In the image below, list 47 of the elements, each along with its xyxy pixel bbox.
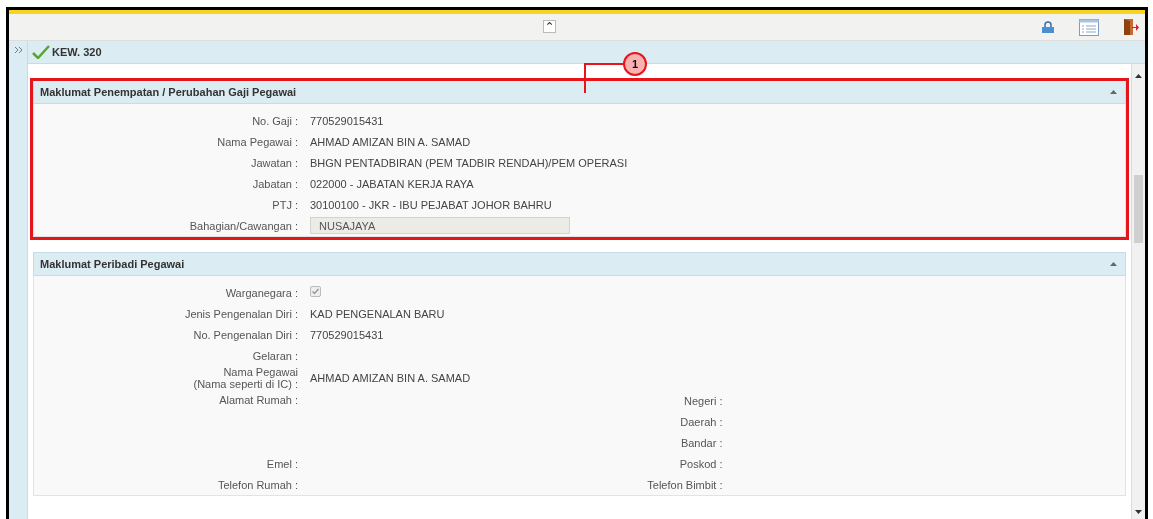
- field-label: Jawatan :: [249, 156, 298, 169]
- collapse-icon[interactable]: [1110, 90, 1117, 94]
- scrollbar[interactable]: [1131, 64, 1145, 519]
- list-window-icon[interactable]: [1079, 18, 1099, 36]
- field-label: Bandar :: [679, 436, 723, 449]
- scroll-down-icon[interactable]: [1135, 510, 1142, 514]
- field-value: 770529015431: [310, 328, 385, 341]
- field-label: No. Pengenalan Diri :: [192, 328, 298, 341]
- field-label: Nama Pegawai :: [216, 135, 298, 148]
- checkbox[interactable]: [310, 286, 321, 297]
- field-label: Daerah :: [679, 415, 723, 428]
- section-title: Maklumat Penempatan / Perubahan Gaji Pegawai: [40, 86, 297, 98]
- field-label: Telefon Bimbit :: [646, 478, 723, 491]
- field-label: Warganegara :: [224, 286, 298, 299]
- field-label: Nama Pegawai (Nama seperti di IC) :: [192, 366, 298, 390]
- collapse-icon[interactable]: [1110, 262, 1117, 266]
- expand-panel-icon[interactable]: [13, 46, 23, 54]
- field-label: Poskod :: [678, 457, 723, 470]
- callout-leader-line: [584, 63, 624, 93]
- field-value: AHMAD AMIZAN BIN A. SAMAD: [310, 135, 472, 148]
- field-label: Emel :: [265, 457, 298, 470]
- field-label: Telefon Rumah :: [216, 478, 298, 491]
- field-label: Negeri :: [682, 394, 723, 407]
- field-label: No. Gaji :: [251, 114, 298, 127]
- collapse-toolbar-button[interactable]: ⌃: [543, 20, 556, 33]
- padlock-icon[interactable]: [1041, 21, 1055, 33]
- field-label: Jabatan :: [251, 177, 298, 190]
- section-header[interactable]: Maklumat Peribadi Pegawai: [33, 252, 1126, 276]
- field-label: Gelaran :: [251, 349, 298, 362]
- exit-door-icon[interactable]: [1123, 18, 1139, 36]
- field-label: Bahagian/Cawangan :: [188, 219, 298, 232]
- scrollbar-thumb[interactable]: [1134, 175, 1143, 243]
- field-value: 022000 - JABATAN KERJA RAYA: [310, 177, 475, 190]
- section-header[interactable]: Maklumat Penempatan / Perubahan Gaji Pegawai: [33, 80, 1126, 104]
- checkmark-icon: [32, 45, 50, 59]
- field-label: Alamat Rumah :: [218, 394, 298, 406]
- field-value: 770529015431: [310, 114, 385, 127]
- scroll-up-icon[interactable]: [1135, 74, 1142, 78]
- field-value: BHGN PENTADBIRAN (PEM TADBIR RENDAH)/PEM OPERASI: [310, 156, 629, 169]
- text-field[interactable]: NUSAJAYA: [310, 217, 570, 234]
- tab-title: KEW. 320: [52, 46, 102, 58]
- field-value: KAD PENGENALAN BARU: [310, 307, 446, 320]
- field-label: PTJ :: [271, 198, 298, 211]
- field-label: Jenis Pengenalan Diri :: [183, 307, 298, 320]
- section-title: Maklumat Peribadi Pegawai: [40, 258, 185, 270]
- field-value: 30100100 - JKR - IBU PEJABAT JOHOR BAHRU: [310, 198, 553, 211]
- field-value: AHMAD AMIZAN BIN A. SAMAD: [310, 372, 472, 384]
